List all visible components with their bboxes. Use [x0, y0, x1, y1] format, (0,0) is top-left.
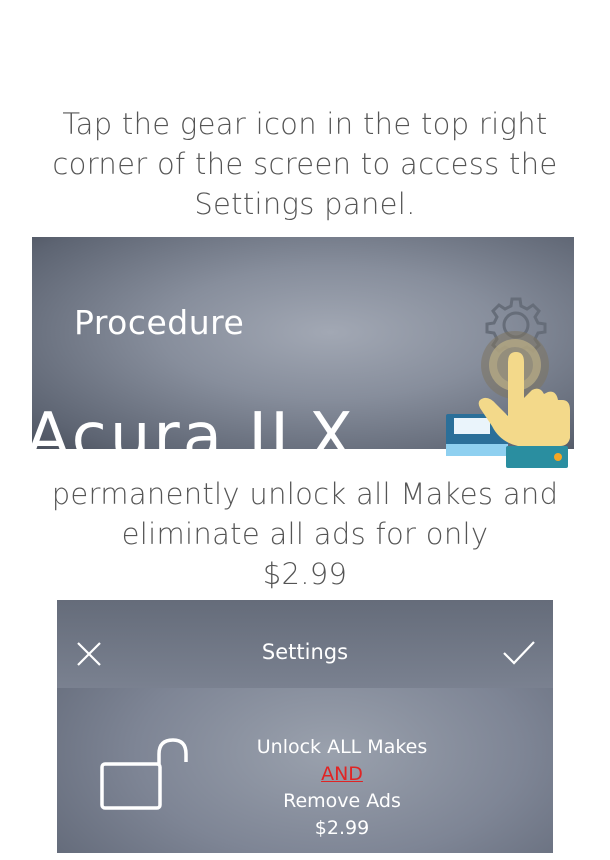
car-name: Acura ILX: [32, 400, 356, 449]
instruction-step-2: permanently unlock all Makes and elimina…: [51, 477, 559, 591]
settings-screenshot: Settings Unlock ALL Makes AND Remove Ads…: [57, 600, 553, 853]
instruction-step-1: Tap the gear icon in the top right corne…: [52, 107, 558, 221]
offer-and: AND: [321, 763, 363, 785]
procedure-heading: Procedure: [74, 303, 245, 342]
pointer-hand-icon: [446, 331, 570, 468]
settings-title: Settings: [261, 640, 349, 664]
unlocked-padlock-icon[interactable]: [97, 736, 189, 812]
offer-line-1: Unlock ALL Makes: [256, 736, 428, 758]
offer-line-3: Remove Ads: [283, 790, 401, 812]
settings-header: Settings: [57, 600, 553, 688]
unlock-offer[interactable]: Unlock ALL Makes AND Remove Ads $2.99: [217, 734, 467, 842]
offer-price: $2.99: [314, 817, 370, 839]
checkmark-icon[interactable]: [501, 638, 537, 668]
